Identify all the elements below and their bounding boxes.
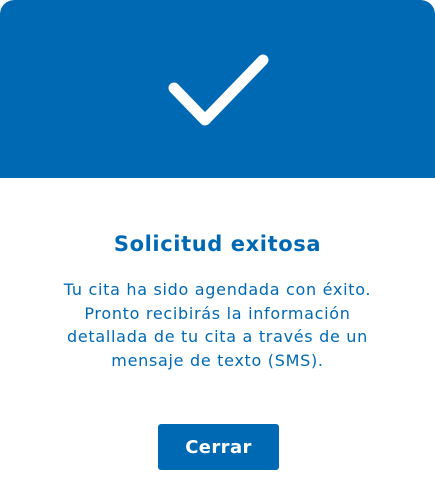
success-dialog: Solicitud exitosa Tu cita ha sido agenda…	[0, 0, 435, 494]
dialog-title: Solicitud exitosa	[113, 232, 322, 256]
dialog-message: Tu cita ha sido agendada con éxito. Pron…	[63, 280, 372, 370]
checkmark-icon	[168, 54, 269, 126]
close-button[interactable]: Cerrar	[158, 424, 279, 470]
dialog-header	[0, 0, 435, 178]
